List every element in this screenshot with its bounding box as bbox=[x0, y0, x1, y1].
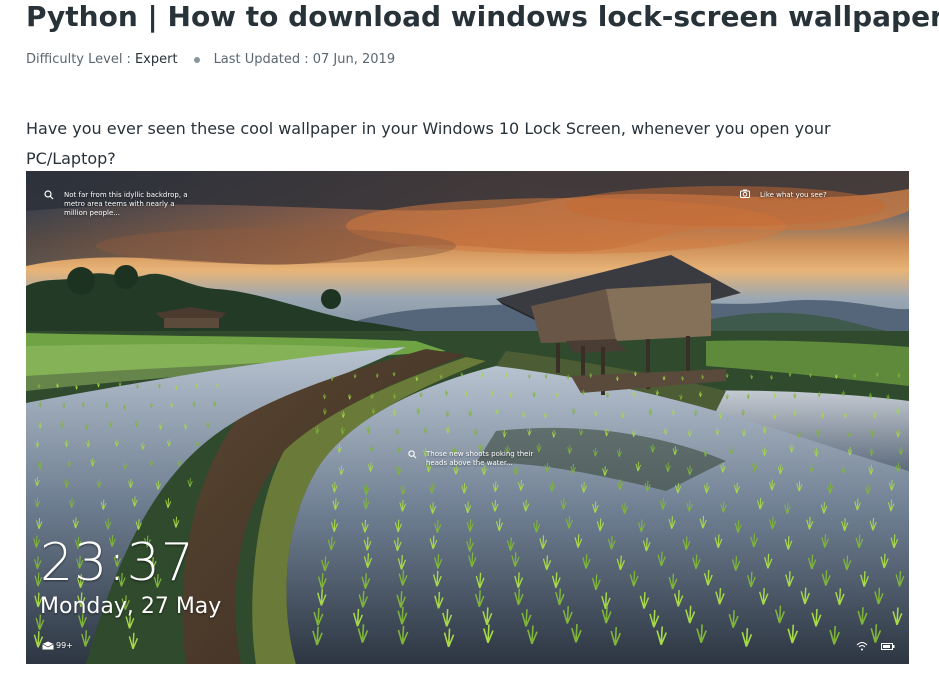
article-meta: Difficulty Level : Expert Last Updated :… bbox=[26, 52, 395, 67]
battery-icon bbox=[881, 643, 895, 650]
lockscreen-wallpaper-image: Not far from this idyllic backdrop, a me… bbox=[26, 171, 909, 664]
lockscreen-date: Monday, 27 May bbox=[40, 594, 222, 619]
separator-dot bbox=[193, 56, 200, 63]
camera-icon[interactable] bbox=[740, 189, 750, 198]
search-icon[interactable] bbox=[408, 450, 417, 459]
last-updated: Last Updated : 07 Jun, 2019 bbox=[213, 52, 396, 67]
article-intro-text: Have you ever seen these cool wallpaper … bbox=[26, 119, 831, 168]
like-what-you-see-link[interactable]: Like what you see? bbox=[760, 191, 860, 200]
article-title: Python | How to download windows lock-sc… bbox=[26, 0, 939, 33]
lockscreen-clock: 23:37 bbox=[40, 533, 195, 593]
difficulty-label: Difficulty Level : bbox=[26, 52, 131, 67]
mail-count: 99+ bbox=[56, 641, 73, 650]
lockscreen-caption[interactable]: Not far from this idyllic backdrop, a me… bbox=[64, 191, 194, 218]
search-icon[interactable] bbox=[44, 190, 54, 200]
difficulty-value[interactable]: Expert bbox=[135, 52, 178, 67]
wifi-icon bbox=[856, 642, 868, 651]
mail-icon bbox=[42, 641, 54, 650]
lockscreen-caption-center[interactable]: Those new shoots poking their heads abov… bbox=[426, 450, 546, 468]
